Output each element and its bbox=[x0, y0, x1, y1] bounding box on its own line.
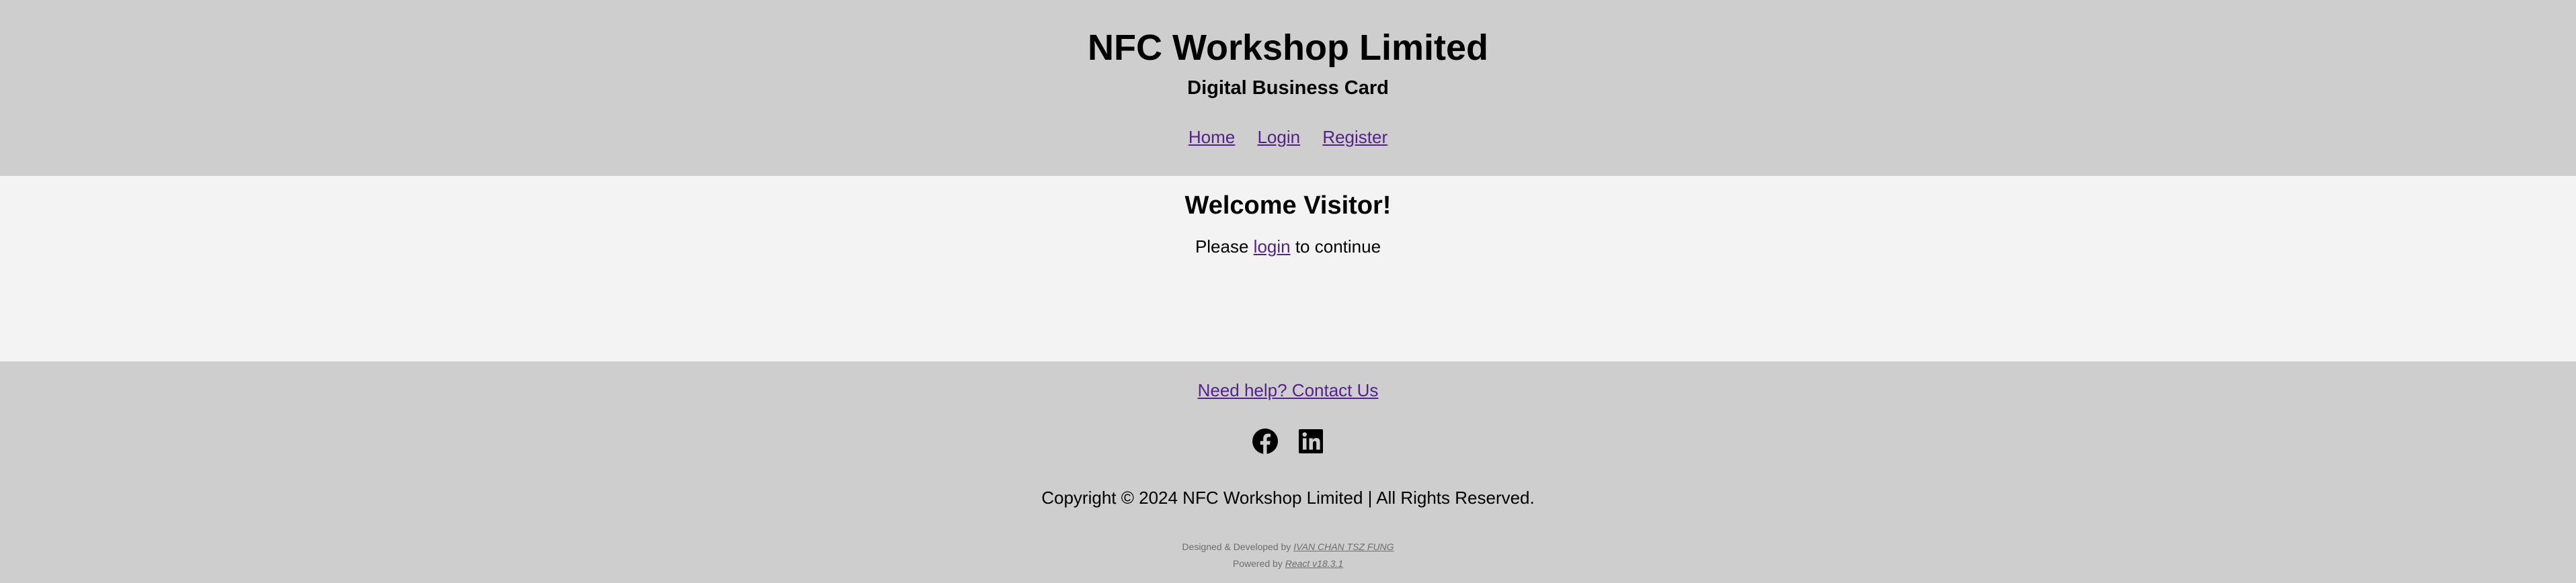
credits: Designed & Developed by IVAN CHAN TSZ FU… bbox=[0, 539, 2576, 572]
contact-us-link[interactable]: Need help? Contact Us bbox=[1198, 380, 1379, 400]
site-title: NFC Workshop Limited bbox=[1087, 28, 1488, 68]
help-section: Need help? Contact Us bbox=[0, 379, 2576, 402]
linkedin-icon[interactable] bbox=[1297, 427, 1325, 455]
react-link[interactable]: React v18.3.1 bbox=[1285, 558, 1343, 569]
site-footer: Need help? Contact Us Copyright © 2024 N… bbox=[0, 361, 2576, 583]
nav-link-login[interactable]: Login bbox=[1257, 127, 1300, 147]
nav-link-home[interactable]: Home bbox=[1189, 127, 1235, 147]
site-header: NFC Workshop Limited Digital Business Ca… bbox=[0, 0, 2576, 176]
copyright-text: Copyright © 2024 NFC Workshop Limited | … bbox=[1041, 488, 1535, 508]
powered-by-credit: Powered by React v18.3.1 bbox=[0, 555, 2576, 572]
designer-credit: Designed & Developed by IVAN CHAN TSZ FU… bbox=[0, 539, 2576, 555]
designer-credit-prefix: Designed & Developed by bbox=[1182, 541, 1294, 552]
welcome-heading: Welcome Visitor! bbox=[1184, 191, 1392, 220]
social-links bbox=[0, 427, 2576, 455]
designer-link[interactable]: IVAN CHAN TSZ FUNG bbox=[1293, 541, 1394, 552]
login-prompt-after: to continue bbox=[1290, 236, 1381, 257]
site-subtitle: Digital Business Card bbox=[1187, 77, 1389, 99]
powered-by-prefix: Powered by bbox=[1232, 558, 1285, 569]
login-prompt: Please login to continue bbox=[0, 235, 2576, 258]
login-link[interactable]: login bbox=[1254, 236, 1291, 257]
facebook-icon[interactable] bbox=[1251, 427, 1279, 455]
nav-link-register[interactable]: Register bbox=[1322, 127, 1387, 147]
main-content: Welcome Visitor! Please login to continu… bbox=[0, 176, 2576, 361]
login-prompt-before: Please bbox=[1195, 236, 1254, 257]
main-nav: Home Login Register bbox=[0, 126, 2576, 148]
